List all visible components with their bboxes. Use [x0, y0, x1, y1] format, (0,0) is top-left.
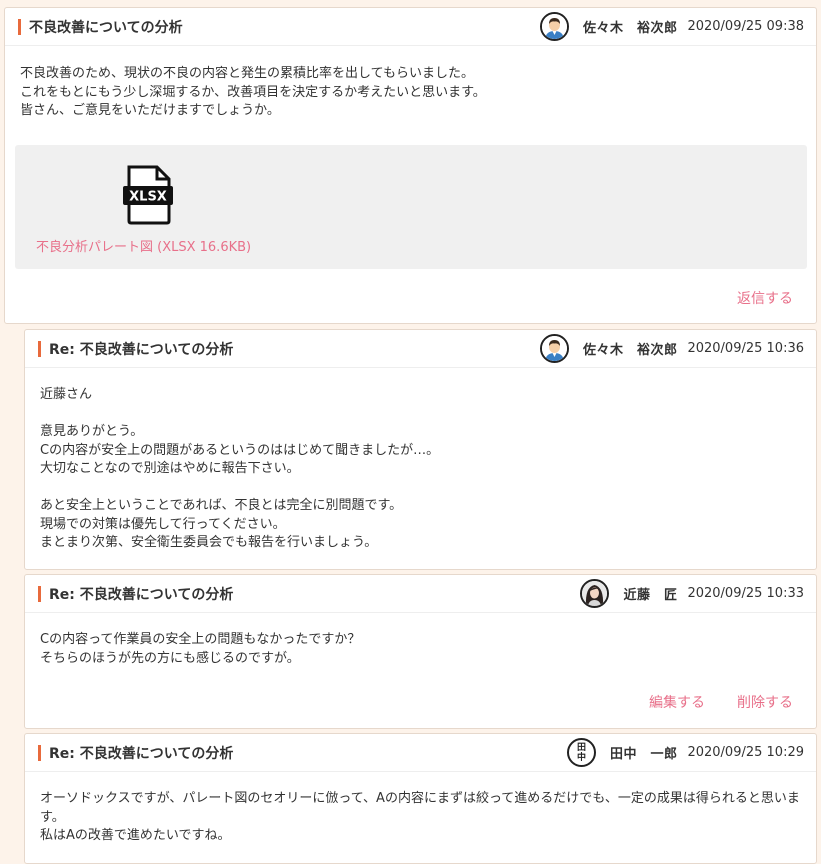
post-body: Cの内容って作業員の安全上の問題もなかったですか？ そちらのほうが先の方にも感じ… — [40, 632, 361, 666]
reply-card: Re: 不良改善についての分析 近藤 匠 2020/09/25 10:33 Cの… — [24, 574, 817, 729]
post-header: Re: 不良改善についての分析 田 中 田中 一郎 2020/09/25 10:… — [25, 734, 816, 772]
title-accent — [38, 340, 41, 357]
title-accent — [18, 18, 21, 35]
post-title: 不良改善についての分析 — [29, 19, 183, 36]
post-date: 2020/09/25 10:29 — [687, 745, 804, 760]
xlsx-file-icon[interactable]: XLSX — [121, 165, 175, 225]
avatar-char-1: 田 — [576, 742, 586, 753]
post-header: 不良改善についての分析 佐々木 裕次郎 2020/09/25 09:38 — [5, 8, 816, 46]
name-stamp-avatar[interactable]: 田 中 — [566, 738, 596, 767]
post-author: 佐々木 裕次郎 — [582, 343, 678, 358]
post-card: 不良改善についての分析 佐々木 裕次郎 2020/09/25 09:38 不良改… — [4, 7, 817, 324]
title-accent — [38, 744, 41, 761]
avatar-char-2: 中 — [576, 752, 586, 763]
post-header: Re: 不良改善についての分析 佐々木 裕次郎 2020/09/25 10:36 — [25, 330, 816, 368]
post-date: 2020/09/25 10:36 — [687, 341, 804, 356]
reply-card: Re: 不良改善についての分析 佐々木 裕次郎 2020/09/25 10:36… — [24, 329, 817, 570]
reply-card: Re: 不良改善についての分析 田 中 田中 一郎 2020/09/25 10:… — [24, 733, 817, 864]
post-header: Re: 不良改善についての分析 近藤 匠 2020/09/25 10:33 — [25, 575, 816, 613]
post-title: Re: 不良改善についての分析 — [49, 341, 234, 358]
post-body: オーソドックスですが、パレート図のセオリーに倣って、Aの内容にまずは絞って進める… — [40, 791, 800, 843]
post-author: 佐々木 裕次郎 — [582, 21, 678, 36]
post-body: 不良改善のため、現状の不良の内容と発生の累積比率を出してもらいました。 これをも… — [20, 66, 486, 118]
reply-button[interactable]: 返信する — [737, 288, 793, 308]
attachment-box: XLSX 不良分析パレート図 (XLSX 16.6KB) — [15, 145, 807, 269]
svg-text:XLSX: XLSX — [129, 190, 167, 205]
post-title: Re: 不良改善についての分析 — [49, 745, 234, 762]
post-date: 2020/09/25 10:33 — [687, 586, 804, 601]
post-title: Re: 不良改善についての分析 — [49, 586, 234, 603]
edit-button[interactable]: 編集する — [649, 692, 705, 712]
female-avatar-icon[interactable] — [580, 579, 610, 608]
title-accent — [38, 585, 41, 602]
post-author: 田中 一郎 — [609, 747, 678, 762]
male-avatar-icon[interactable] — [539, 12, 569, 41]
post-body: 近藤さん 意見ありがとう。 Cの内容が安全上の問題があるというのははじめて聞きま… — [40, 387, 440, 550]
attachment-link[interactable]: 不良分析パレート図 (XLSX 16.6KB) — [36, 236, 251, 255]
post-date: 2020/09/25 09:38 — [687, 19, 804, 34]
delete-button[interactable]: 削除する — [737, 692, 793, 712]
male-avatar-icon[interactable] — [539, 334, 569, 363]
post-author: 近藤 匠 — [623, 588, 678, 603]
